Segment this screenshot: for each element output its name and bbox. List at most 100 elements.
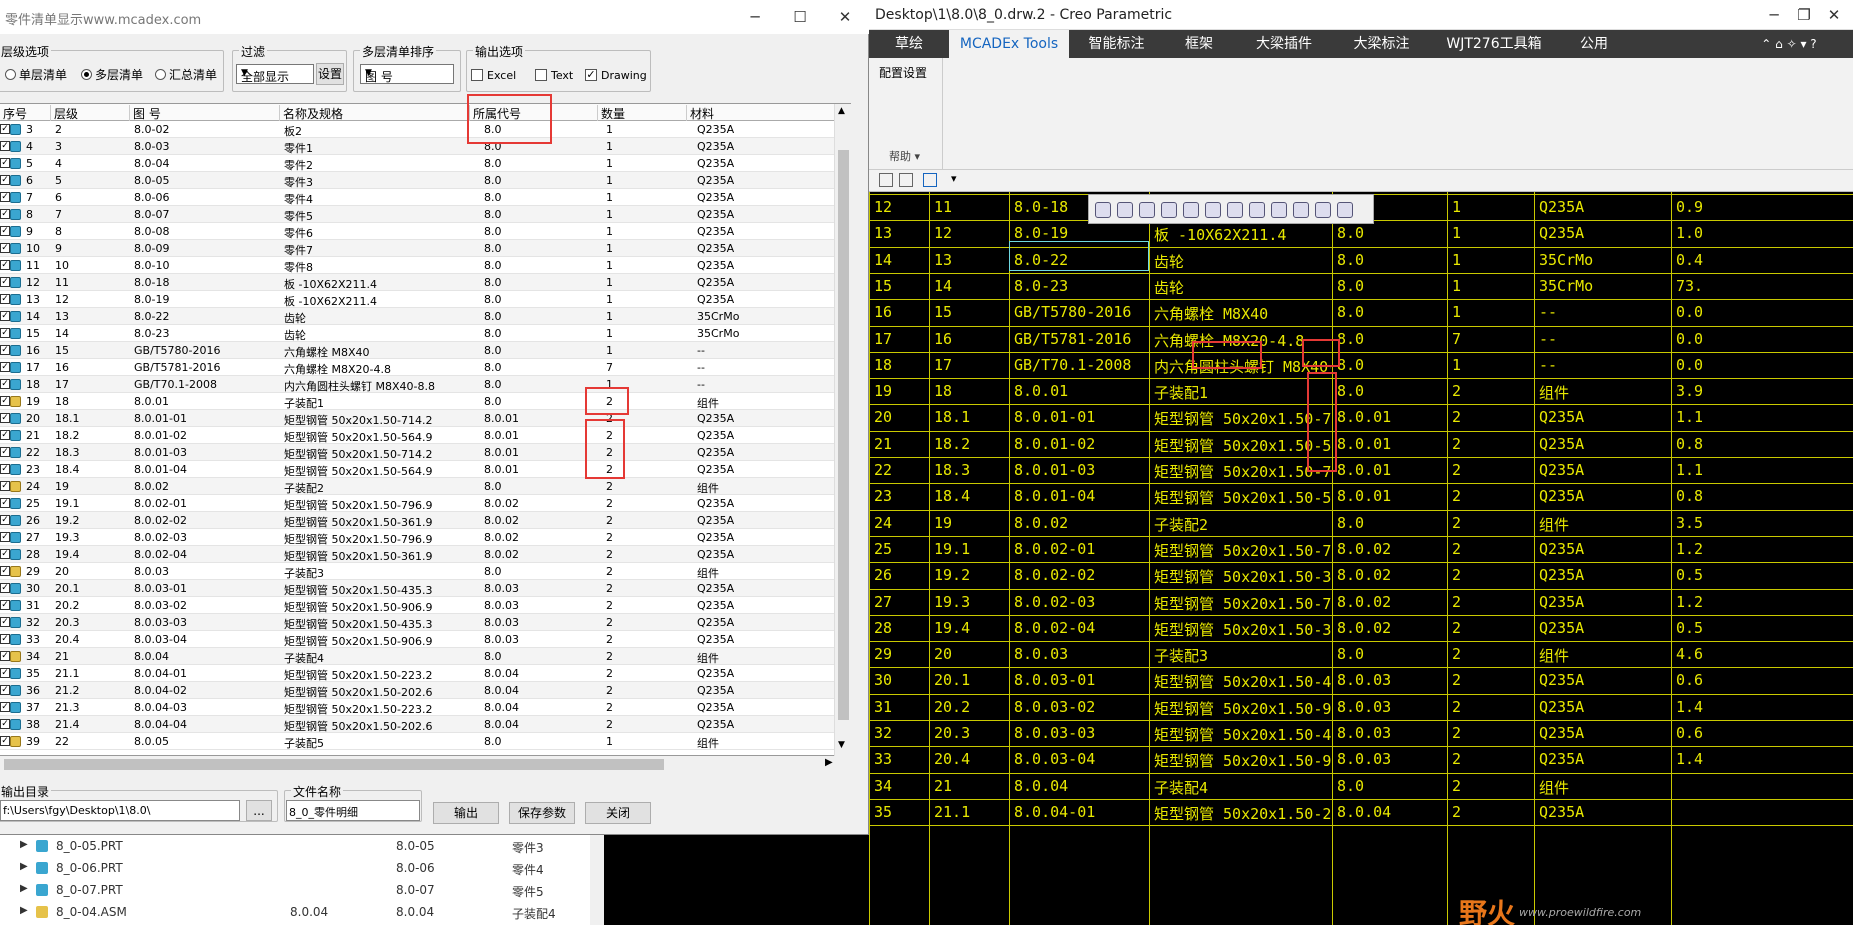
col-header-material[interactable]: 材料 <box>687 105 834 121</box>
scroll-right-icon[interactable]: ▶ <box>825 757 833 768</box>
table-row[interactable]: ✓ 23 18.4 8.0.01-04 矩型钢管 50x20x1.50-564.9 8.0… <box>0 461 851 478</box>
col-header-level[interactable]: 层级 <box>51 105 130 121</box>
datum-display-icon[interactable] <box>1227 202 1243 218</box>
row-checkbox[interactable]: ✓ <box>0 243 10 253</box>
browse-button[interactable]: ... <box>246 800 272 821</box>
table-row[interactable]: ✓ 33 20.4 8.0.03-04 矩型钢管 50x20x1.50-906.9 8.0… <box>0 631 851 648</box>
table-row[interactable]: ✓ 31 20.2 8.0.03-02 矩型钢管 50x20x1.50-906.9 8.0… <box>0 597 851 614</box>
table-row[interactable]: ✓ 8 7 8.0-07 零件5 8.0 1 Q235A <box>0 206 851 223</box>
table-row[interactable]: ✓ 22 18.3 8.0.01-03 矩型钢管 50x20x1.50-714.2 8.0… <box>0 444 851 461</box>
radio-summary[interactable] <box>155 69 166 80</box>
tree-item[interactable]: ▶ 8_0-07.PRT 8.0-07 零件5 <box>0 880 590 902</box>
row-checkbox[interactable]: ✓ <box>0 141 10 151</box>
maximize-icon[interactable]: ☐ <box>785 6 815 28</box>
table-row[interactable]: ✓ 38 21.4 8.0.04-04 矩型钢管 50x20x1.50-202.6 8.0… <box>0 716 851 733</box>
tab-sketch[interactable]: 草绘 <box>869 30 949 58</box>
row-checkbox[interactable]: ✓ <box>0 396 10 406</box>
col-header-drawing-no[interactable]: 图 号 <box>130 105 280 121</box>
output-dir-field[interactable]: f:\Users\fgy\Desktop\1\8.0\ <box>0 800 240 821</box>
table-row[interactable]: ✓ 35 21.1 8.0.04-01 矩型钢管 50x20x1.50-223.2 8.0… <box>0 665 851 682</box>
ribbon-quick-icons[interactable]: ⌃ ⌂ ✧ ▾ ? <box>1729 30 1849 58</box>
table-row[interactable]: ✓ 12 11 8.0-18 板 -10X62X211.4 8.0 1 Q235A <box>0 274 851 291</box>
table-vertical-scrollbar[interactable]: ▲ ▼ <box>834 104 851 756</box>
model-tree-scrollbar[interactable] <box>590 835 604 925</box>
row-checkbox[interactable]: ✓ <box>0 719 10 729</box>
table-row[interactable]: ✓ 10 9 8.0-09 零件7 8.0 1 Q235A <box>0 240 851 257</box>
table-row[interactable]: ✓ 9 8 8.0-08 零件6 8.0 1 Q235A <box>0 223 851 240</box>
table-row[interactable]: ✓ 14 13 8.0-22 齿轮 8.0 1 35CrMo <box>0 308 851 325</box>
row-checkbox[interactable]: ✓ <box>0 668 10 678</box>
tab-frame[interactable]: 框架 <box>1164 30 1234 58</box>
close-icon[interactable]: ✕ <box>830 6 860 28</box>
tree-item[interactable]: ▶ 8_0-04.ASM 8.0.04 8.0.04 子装配4 <box>0 902 590 924</box>
table-row[interactable]: ✓ 30 20.1 8.0.03-01 矩型钢管 50x20x1.50-435.3 8.0… <box>0 580 851 597</box>
row-checkbox[interactable]: ✓ <box>0 311 10 321</box>
row-checkbox[interactable]: ✓ <box>0 736 10 746</box>
row-checkbox[interactable]: ✓ <box>0 379 10 389</box>
layer-icon[interactable] <box>899 173 913 187</box>
table-row[interactable]: ✓ 29 20 8.0.03 子装配3 8.0 2 组件 <box>0 563 851 580</box>
scroll-up-icon[interactable]: ▲ <box>838 106 845 116</box>
row-checkbox[interactable]: ✓ <box>0 702 10 712</box>
sheet-icon[interactable] <box>879 173 893 187</box>
sort-select[interactable]: 图 号 ▼ <box>360 64 454 84</box>
view-cube-icon[interactable] <box>923 173 937 187</box>
restore-icon[interactable]: ❐ <box>1789 4 1819 26</box>
hscroll-thumb[interactable] <box>4 759 664 770</box>
scroll-down-icon[interactable]: ▼ <box>838 740 845 750</box>
table-row[interactable]: ✓ 18 17 GB/T70.1-2008 内六角圆柱头螺钉 M8X40-8.8 8.0 1… <box>0 376 851 393</box>
expand-icon[interactable]: ▶ <box>20 861 28 872</box>
row-checkbox[interactable]: ✓ <box>0 362 10 372</box>
zoom-out-icon[interactable] <box>1139 202 1155 218</box>
output-button[interactable]: 输出 <box>433 802 499 824</box>
table-row[interactable]: ✓ 4 3 8.0-03 零件1 8.0 1 Q235A <box>0 138 851 155</box>
scroll-thumb[interactable] <box>838 150 849 720</box>
help-group-label[interactable]: 帮助 ▾ <box>889 148 920 164</box>
row-checkbox[interactable]: ✓ <box>0 124 10 134</box>
row-checkbox[interactable]: ✓ <box>0 634 10 644</box>
row-checkbox[interactable]: ✓ <box>0 345 10 355</box>
table-row[interactable]: ✓ 7 6 8.0-06 零件4 8.0 1 Q235A <box>0 189 851 206</box>
row-checkbox[interactable]: ✓ <box>0 226 10 236</box>
save-params-button[interactable]: 保存参数 <box>509 802 575 824</box>
table-row[interactable]: ✓ 32 20.3 8.0.03-03 矩型钢管 50x20x1.50-435.3 8.0… <box>0 614 851 631</box>
col-header-index[interactable]: 序号 <box>0 105 51 121</box>
tab-smart-dimension[interactable]: 智能标注 <box>1069 30 1164 58</box>
drawing-checkbox[interactable]: ✓ <box>585 69 597 81</box>
expand-icon[interactable]: ▶ <box>20 839 28 850</box>
table-row[interactable]: ✓ 21 18.2 8.0.01-02 矩型钢管 50x20x1.50-564.9 8.0… <box>0 427 851 444</box>
chevron-down-icon[interactable]: ▾ <box>951 172 957 185</box>
row-checkbox[interactable]: ✓ <box>0 685 10 695</box>
table-row[interactable]: ✓ 17 16 GB/T5781-2016 六角螺栓 M8X20-4.8 8.0 7 -- <box>0 359 851 376</box>
table-row[interactable]: ✓ 15 14 8.0-23 齿轮 8.0 1 35CrMo <box>0 325 851 342</box>
row-checkbox[interactable]: ✓ <box>0 566 10 576</box>
row-checkbox[interactable]: ✓ <box>0 192 10 202</box>
row-checkbox[interactable]: ✓ <box>0 549 10 559</box>
tree-item[interactable]: ▶ 8_0-05.PRT 8.0-05 零件3 <box>0 836 590 858</box>
table-row[interactable]: ✓ 25 19.1 8.0.02-01 矩型钢管 50x20x1.50-796.9 8.0… <box>0 495 851 512</box>
row-checkbox[interactable]: ✓ <box>0 277 10 287</box>
zoom-in-icon[interactable] <box>1117 202 1133 218</box>
tab-mcadex-tools[interactable]: MCADEx Tools <box>949 30 1069 58</box>
table-row[interactable]: ✓ 26 19.2 8.0.02-02 矩型钢管 50x20x1.50-361.9 8.0… <box>0 512 851 529</box>
tab-beam-plugin[interactable]: 大梁插件 <box>1234 30 1334 58</box>
table-row[interactable]: ✓ 36 21.2 8.0.04-02 矩型钢管 50x20x1.50-202.6 8.0… <box>0 682 851 699</box>
table-row[interactable]: ✓ 19 18 8.0.01 子装配1 8.0 2 组件 <box>0 393 851 410</box>
table-row[interactable]: ✓ 37 21.3 8.0.04-03 矩型钢管 50x20x1.50-223.2 8.0… <box>0 699 851 716</box>
point-display-icon[interactable] <box>1315 202 1331 218</box>
row-checkbox[interactable]: ✓ <box>0 464 10 474</box>
row-checkbox[interactable]: ✓ <box>0 447 10 457</box>
display-style-icon[interactable] <box>1205 202 1221 218</box>
row-checkbox[interactable]: ✓ <box>0 600 10 610</box>
table-row[interactable]: ✓ 27 19.3 8.0.02-03 矩型钢管 50x20x1.50-796.9 8.0… <box>0 529 851 546</box>
zoom-fit-icon[interactable] <box>1095 202 1111 218</box>
close-icon[interactable]: ✕ <box>1819 4 1849 26</box>
filter-select[interactable]: 全部显示 ▼ <box>236 64 314 84</box>
row-checkbox[interactable]: ✓ <box>0 532 10 542</box>
filter-settings-button[interactable]: 设置 <box>316 63 344 85</box>
annotation-icon[interactable] <box>1249 202 1265 218</box>
excel-checkbox[interactable] <box>471 69 483 81</box>
row-checkbox[interactable]: ✓ <box>0 158 10 168</box>
tree-item[interactable]: ▶ 8_0-06.PRT 8.0-06 零件4 <box>0 858 590 880</box>
row-checkbox[interactable]: ✓ <box>0 209 10 219</box>
